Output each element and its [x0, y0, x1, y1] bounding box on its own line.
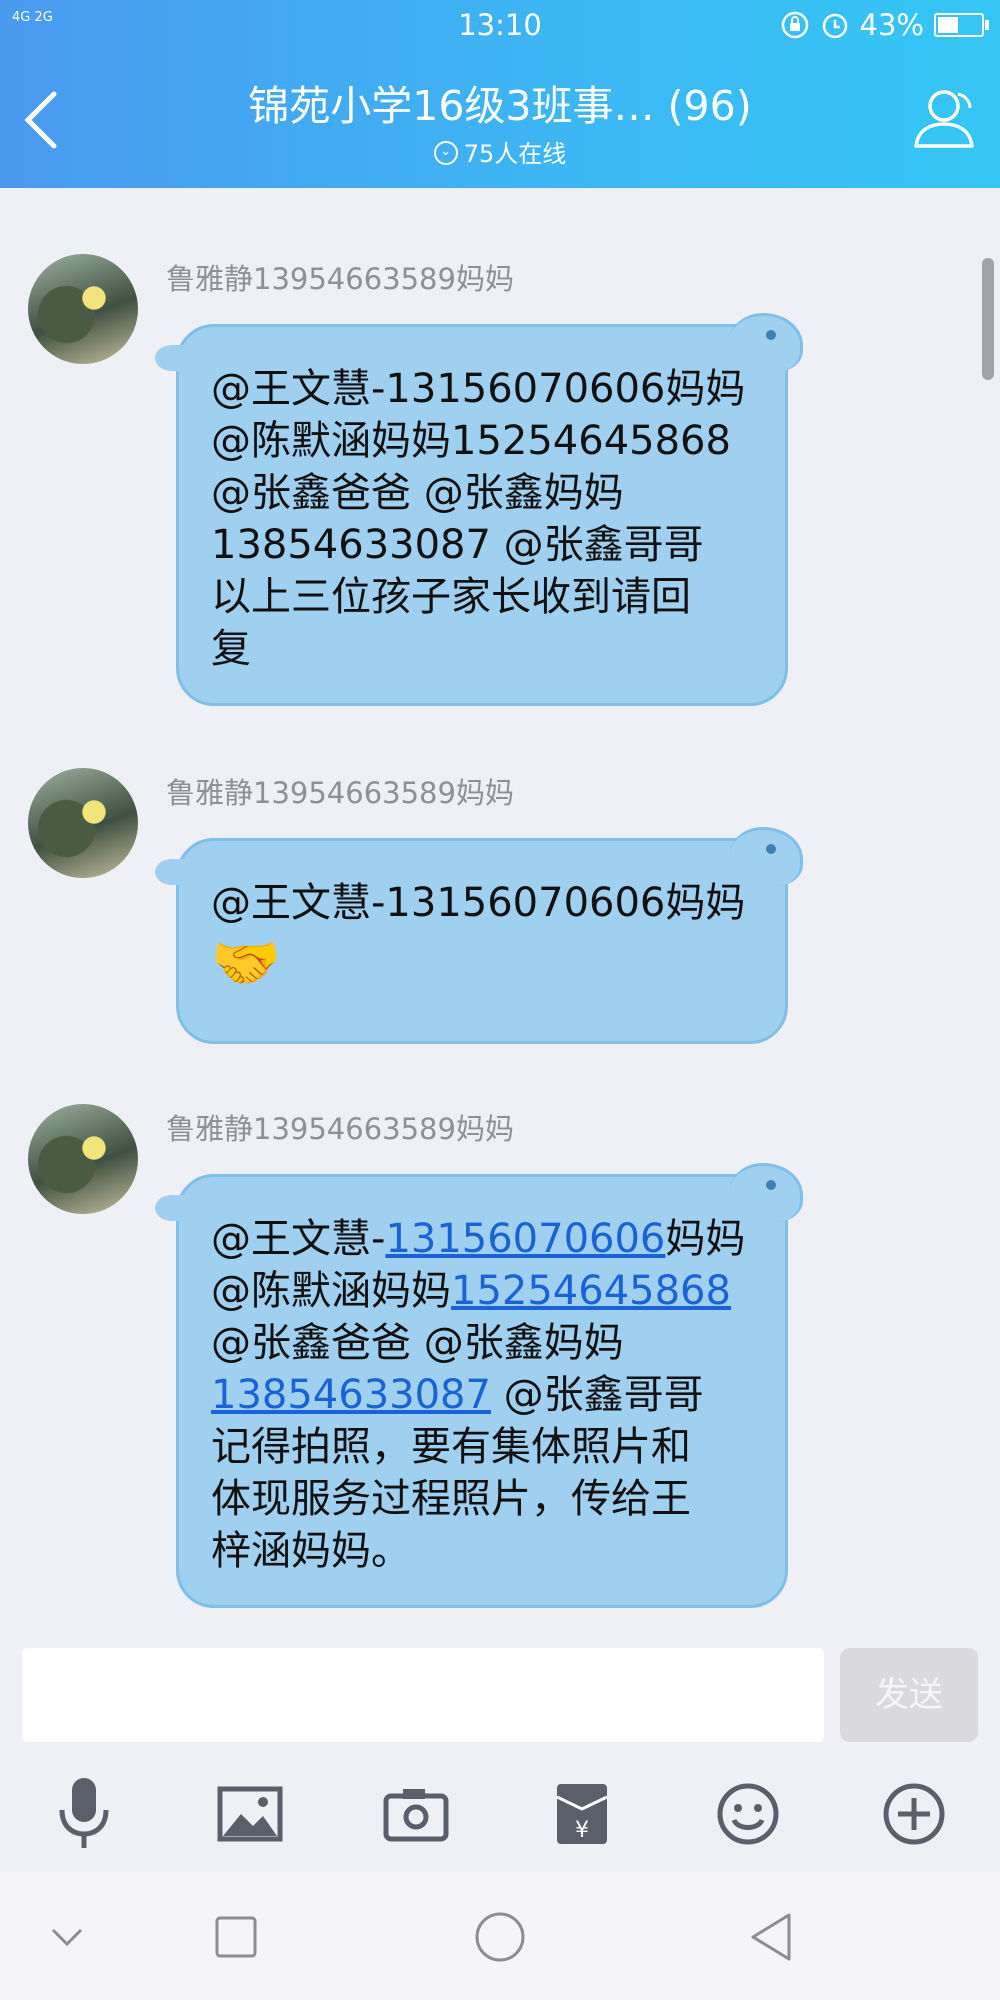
group-members-button[interactable] — [910, 84, 980, 154]
home-button[interactable] — [465, 1902, 535, 1972]
avatar[interactable] — [28, 254, 138, 364]
page-title[interactable]: 锦苑小学16级3班事… (96) — [180, 72, 820, 132]
emoji-button[interactable] — [708, 1774, 788, 1854]
home-icon — [475, 1912, 525, 1962]
recent-apps-icon — [215, 1916, 257, 1958]
message-bubble[interactable]: @王文慧-13156070606妈妈 🤝 — [155, 827, 803, 1044]
chevron-down-circle-icon: ⌄ — [433, 141, 458, 165]
red-packet-icon: ¥ — [556, 1784, 608, 1844]
sender-name: 鲁雅静13954663589妈妈 — [166, 776, 514, 810]
message-input[interactable] — [22, 1648, 824, 1742]
status-bar: 4G 2G 13:10 43% — [0, 0, 1000, 50]
send-button[interactable]: 发送 — [840, 1648, 978, 1742]
collapse-nav-button[interactable] — [32, 1902, 102, 1972]
back-triangle-icon — [751, 1913, 791, 1961]
alarm-icon — [822, 13, 847, 39]
red-packet-button[interactable]: ¥ — [542, 1774, 622, 1854]
handshake-emoji: 🤝 — [211, 931, 281, 996]
camera-button[interactable] — [376, 1774, 456, 1854]
plus-icon — [883, 1783, 945, 1845]
more-button[interactable] — [874, 1774, 954, 1854]
online-count[interactable]: ⌄ 75人在线 — [0, 134, 1000, 169]
battery-percent: 43% — [859, 8, 924, 42]
status-right: 43% — [780, 8, 989, 42]
sender-name: 鲁雅静13954663589妈妈 — [166, 262, 514, 296]
message-text: @王文慧-13156070606妈妈 — [211, 880, 746, 926]
phone-link[interactable]: 13156070606 — [385, 1216, 665, 1262]
svg-text:¥: ¥ — [575, 1818, 589, 1843]
back-nav-button[interactable] — [736, 1902, 806, 1972]
chat-header: 4G 2G 13:10 43% 锦苑小学16级3班事… (96) ⌄ 75人在线 — [0, 0, 1000, 188]
battery-icon — [934, 13, 989, 37]
emoji-icon — [717, 1783, 779, 1845]
chevron-down-icon — [51, 1928, 83, 1947]
message-text: @王文慧-13156070606妈妈 @陈默涵妈妈15254645868 @张鑫… — [211, 1216, 746, 1574]
lock-rotation-icon — [781, 11, 808, 39]
sender-name: 鲁雅静13954663589妈妈 — [166, 1112, 514, 1146]
person-icon — [914, 90, 974, 148]
avatar[interactable] — [28, 768, 138, 878]
online-label: 75人在线 — [463, 140, 567, 168]
message-bubble[interactable]: @王文慧-13156070606妈妈 @陈默涵妈妈15254645868 @张鑫… — [155, 313, 803, 706]
recent-apps-button[interactable] — [201, 1902, 271, 1972]
system-nav-bar — [0, 1872, 1000, 2000]
message-text: @王文慧-13156070606妈妈 @陈默涵妈妈15254645868 @张鑫… — [211, 366, 746, 672]
image-icon — [217, 1786, 283, 1842]
message-bubble[interactable]: @王文慧-13156070606妈妈 @陈默涵妈妈15254645868 @张鑫… — [155, 1163, 803, 1608]
camera-icon — [383, 1789, 449, 1842]
avatar[interactable] — [28, 1104, 138, 1214]
image-button[interactable] — [210, 1774, 290, 1854]
phone-link[interactable]: 15254645868 — [451, 1268, 731, 1314]
microphone-icon — [59, 1778, 109, 1848]
scrollbar[interactable] — [982, 258, 994, 380]
phone-link[interactable]: 13854633087 — [211, 1372, 491, 1418]
composer-bar: 发送 ¥ — [0, 1632, 1000, 1872]
voice-button[interactable] — [44, 1774, 124, 1854]
